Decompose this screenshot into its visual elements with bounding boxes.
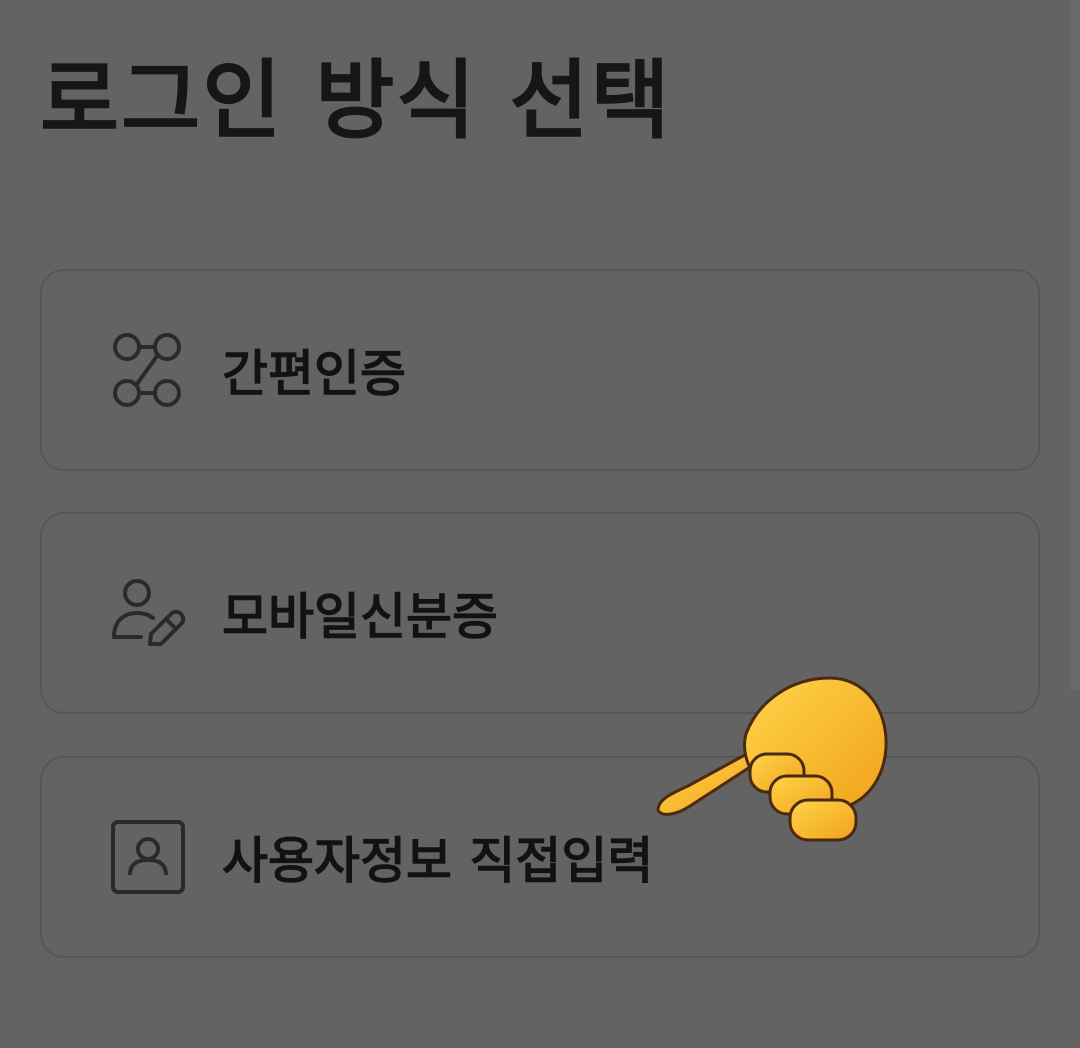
person-card-icon [110, 819, 186, 895]
page-title: 로그인 방식 선택 [40, 51, 672, 151]
option-label: 사용자정보 직접입력 [222, 832, 654, 890]
scrollbar[interactable] [1070, 0, 1080, 690]
share-nodes-icon [110, 332, 186, 408]
option-label: 모바일신분증 [222, 588, 498, 646]
pointing-hand-icon [656, 676, 888, 842]
person-edit-icon [110, 575, 186, 651]
login-option-simple-auth[interactable]: 간편인증 [40, 269, 1040, 471]
option-label: 간편인증 [222, 345, 406, 403]
